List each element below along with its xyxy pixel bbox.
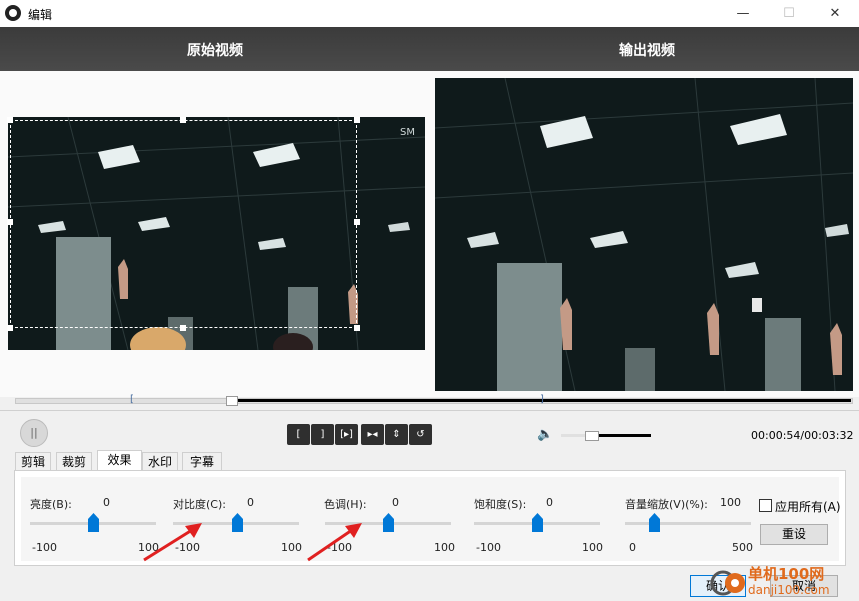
time-display: 00:00:54/00:03:32 (751, 429, 854, 442)
rotate-button[interactable]: ↺ (409, 424, 432, 445)
saturation-min: -100 (476, 541, 501, 554)
tab-crop[interactable]: 裁剪 (56, 452, 92, 470)
hue-value: 0 (392, 496, 399, 509)
video-header (0, 27, 859, 71)
volume-scale-slider-thumb[interactable] (649, 513, 660, 532)
trim-end-marker[interactable]: ] (540, 394, 544, 405)
pause-button[interactable]: || (20, 419, 48, 447)
apply-all-label: 应用所有(A) (775, 500, 841, 514)
output-video-label: 输出视频 (619, 43, 675, 59)
volume-slider-thumb[interactable] (585, 431, 599, 441)
saturation-value: 0 (546, 496, 553, 509)
contrast-value: 0 (247, 496, 254, 509)
reset-button[interactable]: 重设 (760, 524, 828, 545)
set-end-button[interactable]: ] (311, 424, 334, 445)
crop-handle-top-right[interactable] (354, 117, 360, 123)
play-selection-button[interactable]: [▸] (335, 424, 358, 445)
minimize-button[interactable]: — (720, 0, 766, 27)
trim-start-marker[interactable]: [ (130, 394, 134, 405)
volume-icon[interactable]: 🔈 (537, 427, 553, 442)
app-icon (5, 5, 21, 21)
crop-handle-bottom-right[interactable] (354, 325, 360, 331)
tab-subtitle[interactable]: 字幕 (182, 452, 222, 470)
crop-handle-top[interactable] (180, 117, 186, 123)
divider (0, 410, 859, 411)
watermark-logo-icon (710, 570, 745, 596)
output-video-frame (435, 78, 853, 391)
crop-handle-right[interactable] (354, 219, 360, 225)
watermark-text: 单机100网 (748, 565, 825, 583)
original-video-label: 原始视频 (187, 43, 243, 59)
checkbox-icon[interactable] (759, 499, 772, 512)
saturation-label: 饱和度(S): (474, 498, 527, 511)
timeline-playhead[interactable] (226, 396, 238, 406)
volume-scale-max: 500 (732, 541, 753, 554)
crop-handle-bottom[interactable] (180, 325, 186, 331)
set-start-button[interactable]: [ (287, 424, 310, 445)
saturation-slider-thumb[interactable] (532, 513, 543, 532)
maximize-button[interactable]: ☐ (766, 0, 812, 27)
watermark-url: danji100.com (748, 583, 830, 597)
flip-horizontal-button[interactable]: ▸◂ (361, 424, 384, 445)
apply-all-checkbox[interactable]: 应用所有(A) (759, 498, 841, 515)
brightness-label: 亮度(B): (30, 498, 72, 511)
svg-text:SM: SM (400, 127, 415, 138)
volume-scale-label: 音量缩放(V)(%): (625, 498, 708, 511)
volume-scale-value: 100 (720, 496, 741, 509)
flip-vertical-button[interactable]: ⇕ (385, 424, 408, 445)
crop-handle-bottom-left[interactable] (7, 325, 13, 331)
crop-handle-left[interactable] (7, 219, 13, 225)
saturation-max: 100 (582, 541, 603, 554)
brightness-value: 0 (103, 496, 110, 509)
window-title: 编辑 (28, 8, 53, 22)
tab-clip[interactable]: 剪辑 (15, 452, 51, 470)
volume-scale-min: 0 (629, 541, 636, 554)
annotation-arrows (143, 523, 362, 562)
tab-effects[interactable]: 效果 (97, 450, 142, 470)
crop-selection-box[interactable] (10, 120, 357, 328)
brightness-slider-thumb[interactable] (88, 513, 99, 532)
tab-watermark[interactable]: 水印 (142, 452, 178, 470)
volume-slider-fill (597, 434, 651, 437)
volume-scale-slider-track[interactable] (625, 522, 751, 525)
crop-handle-top-left[interactable] (7, 117, 13, 123)
close-button[interactable]: ✕ (812, 0, 858, 27)
brightness-min: -100 (32, 541, 57, 554)
